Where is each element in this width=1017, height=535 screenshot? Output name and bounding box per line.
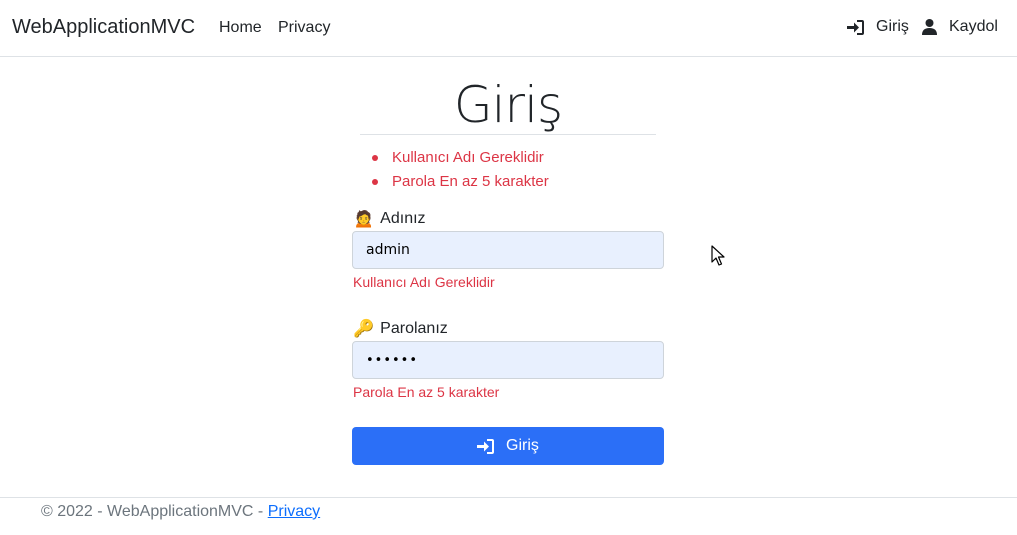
nav-login-link[interactable]: Giriş <box>847 18 909 36</box>
username-label-text: Adınız <box>380 210 426 227</box>
password-input[interactable]: •••••• <box>352 341 664 379</box>
footer: © 2022 - WebApplicationMVC - Privacy <box>0 497 1017 535</box>
username-error: Kullanıcı Adı Gereklidir <box>353 274 495 290</box>
password-label: 🔑 Parolanız <box>353 319 448 339</box>
nav-privacy-link[interactable]: Privacy <box>278 19 330 37</box>
login-submit-button[interactable]: Giriş <box>352 427 664 465</box>
login-submit-label: Giriş <box>506 437 539 454</box>
sign-in-icon <box>477 438 495 454</box>
username-label: 🙍 Adınız <box>353 209 426 229</box>
username-input[interactable]: admin <box>352 231 664 269</box>
validation-summary: Kullanıcı Adı Gereklidir Parola En az 5 … <box>372 146 549 194</box>
mouse-cursor-icon <box>711 245 725 266</box>
user-icon <box>922 19 937 35</box>
validation-summary-item: Kullanıcı Adı Gereklidir <box>372 146 549 170</box>
footer-copyright: © 2022 - WebApplicationMVC - <box>41 503 268 520</box>
nav-register-link[interactable]: Kaydol <box>922 18 998 36</box>
sign-in-icon <box>847 19 864 35</box>
validation-summary-text: Parola En az 5 karakter <box>392 173 549 190</box>
bullet-icon <box>372 155 378 161</box>
nav-register-label: Kaydol <box>949 18 998 35</box>
person-icon: 🙍 <box>353 209 375 228</box>
password-error: Parola En az 5 karakter <box>353 384 500 400</box>
bullet-icon <box>372 179 378 185</box>
footer-text: © 2022 - WebApplicationMVC - Privacy <box>41 503 320 521</box>
page-title: Giriş <box>453 76 563 134</box>
nav-home-link[interactable]: Home <box>219 19 262 37</box>
nav-login-label: Giriş <box>876 18 909 35</box>
brand-link[interactable]: WebApplicationMVC <box>12 16 195 39</box>
validation-summary-item: Parola En az 5 karakter <box>372 170 549 194</box>
key-icon: 🔑 <box>353 319 375 338</box>
title-divider <box>360 134 656 135</box>
footer-privacy-link[interactable]: Privacy <box>268 503 320 520</box>
validation-summary-text: Kullanıcı Adı Gereklidir <box>392 149 544 166</box>
top-navbar: WebApplicationMVC Home Privacy Giriş Kay… <box>0 0 1017 57</box>
password-label-text: Parolanız <box>380 320 448 337</box>
